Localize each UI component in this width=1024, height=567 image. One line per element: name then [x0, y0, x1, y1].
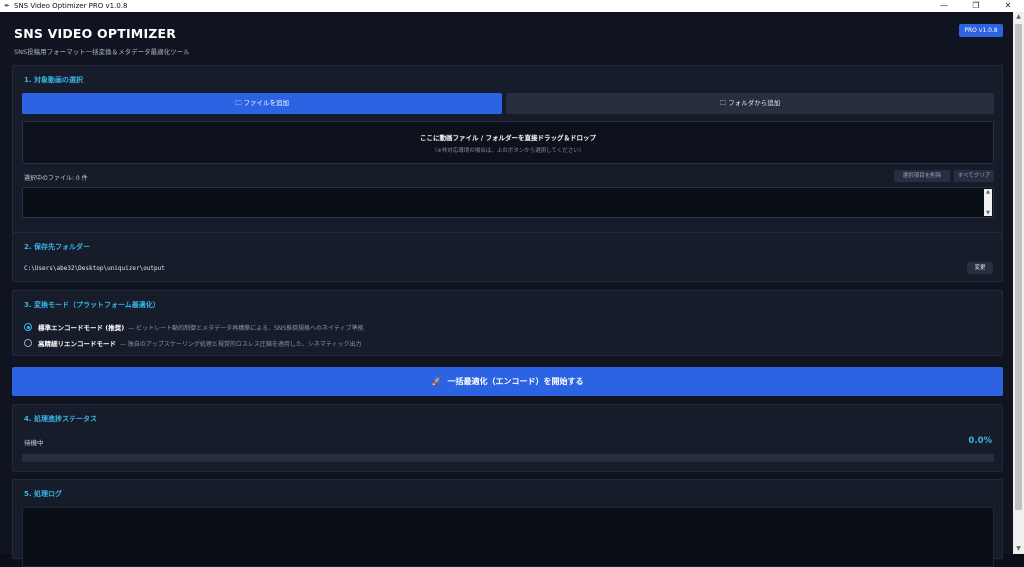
section-title: 1. 対象動画の選択	[24, 76, 83, 84]
window-scrollbar[interactable]: ▲ ▼	[1013, 12, 1024, 554]
start-label: 一括最適化（エンコード）を開始する	[447, 377, 584, 386]
mode-standard-option[interactable]: 標準エンコードモード (推奨) — ビットレート動的制御とメタデータ再構築による…	[24, 322, 364, 332]
window-titlebar: ✒ SNS Video Optimizer PRO v1.0.8 — ❐ ✕	[0, 0, 1024, 12]
section-output-folder: 2. 保存先フォルダー C:\Users\abe32\Desktop\uniqu…	[12, 232, 1003, 282]
section-title: 3. 変換モード（プラットフォーム最適化）	[24, 301, 160, 309]
app-subtitle: SNS投稿用フォーマット一括変換＆メタデータ最適化ツール	[14, 48, 190, 56]
remove-selected-button[interactable]: 選択項目を削除	[894, 170, 950, 182]
output-path: C:\Users\abe32\Desktop\uniquizer\output	[24, 265, 165, 272]
add-folder-label: フォルダから追加	[728, 99, 781, 107]
section-title: 2. 保存先フォルダー	[24, 243, 90, 251]
file-list[interactable]: ▲ ▼	[22, 187, 994, 218]
radio-selected-icon[interactable]	[24, 323, 32, 331]
section-title: 5. 処理ログ	[24, 490, 62, 498]
change-folder-button[interactable]: 変更	[967, 262, 993, 274]
add-folder-button[interactable]: 🗀 フォルダから追加	[506, 93, 994, 114]
close-button[interactable]: ✕	[992, 0, 1024, 12]
scroll-thumb[interactable]	[1015, 24, 1022, 510]
folder-icon: 🗀	[234, 99, 244, 107]
drop-zone[interactable]: ここに動画ファイル / フォルダーを直接ドラッグ＆ドロップ （※非対応環境の場合…	[22, 121, 994, 164]
mode-label: 高精細リエンコードモード	[38, 340, 116, 348]
scroll-down-icon[interactable]: ▼	[984, 210, 992, 216]
radio-unselected-icon[interactable]	[24, 339, 32, 347]
feather-icon: ✒	[4, 2, 10, 10]
app-main: SNS VIDEO OPTIMIZER SNS投稿用フォーマット一括変換＆メタデ…	[0, 12, 1013, 567]
progress-bar	[22, 454, 994, 462]
section-video-selection: 1. 対象動画の選択 🗀 ファイルを追加 🗀 フォルダから追加 ここに動画ファイ…	[12, 65, 1003, 237]
file-list-scrollbar[interactable]: ▲ ▼	[984, 189, 992, 216]
scroll-up-icon[interactable]: ▲	[1013, 12, 1024, 22]
section-conversion-mode: 3. 変換モード（プラットフォーム最適化） 標準エンコードモード (推奨) — …	[12, 290, 1003, 356]
rocket-icon: 🚀	[431, 377, 442, 386]
section-progress-status: 4. 処理進捗ステータス 待機中 0.0%	[12, 404, 1003, 472]
add-file-label: ファイルを追加	[243, 99, 290, 107]
drop-zone-hint: （※非対応環境の場合は、上のボタンから選択してください）	[431, 148, 585, 154]
log-output[interactable]	[22, 507, 994, 567]
minimize-button[interactable]: —	[928, 0, 960, 12]
add-file-button[interactable]: 🗀 ファイルを追加	[22, 93, 502, 114]
window-title: SNS Video Optimizer PRO v1.0.8	[14, 2, 128, 10]
scroll-down-icon[interactable]: ▼	[1013, 544, 1024, 554]
section-title: 4. 処理進捗ステータス	[24, 415, 97, 423]
mode-description: — ビットレート動的制御とメタデータ再構築による、SNS推奨規格へのネイティブ準…	[128, 324, 364, 332]
maximize-button[interactable]: ❐	[960, 0, 992, 12]
start-optimize-button[interactable]: 🚀 一括最適化（エンコード）を開始する	[12, 367, 1003, 396]
mode-description: — 独自のアップスケーリング処理と視覚的ロスレス圧縮を適用した、シネマティック出…	[120, 340, 362, 348]
section-log: 5. 処理ログ	[12, 479, 1003, 567]
version-badge: PRO v1.0.8	[959, 24, 1003, 37]
app-title: SNS VIDEO OPTIMIZER	[14, 26, 177, 41]
folder-icon: 🗀	[719, 99, 729, 107]
status-text: 待機中	[24, 439, 44, 447]
mode-label: 標準エンコードモード (推奨)	[38, 324, 125, 332]
window-controls: — ❐ ✕	[928, 0, 1024, 12]
selected-count: 選択中のファイル: 0 件	[24, 175, 88, 182]
drop-zone-text: ここに動画ファイル / フォルダーを直接ドラッグ＆ドロップ	[420, 134, 596, 142]
progress-percent: 0.0%	[968, 436, 992, 446]
scroll-up-icon[interactable]: ▲	[984, 189, 992, 195]
clear-all-button[interactable]: すべてクリア	[954, 170, 994, 182]
mode-high-quality-option[interactable]: 高精細リエンコードモード — 独自のアップスケーリング処理と視覚的ロスレス圧縮を…	[24, 338, 362, 348]
